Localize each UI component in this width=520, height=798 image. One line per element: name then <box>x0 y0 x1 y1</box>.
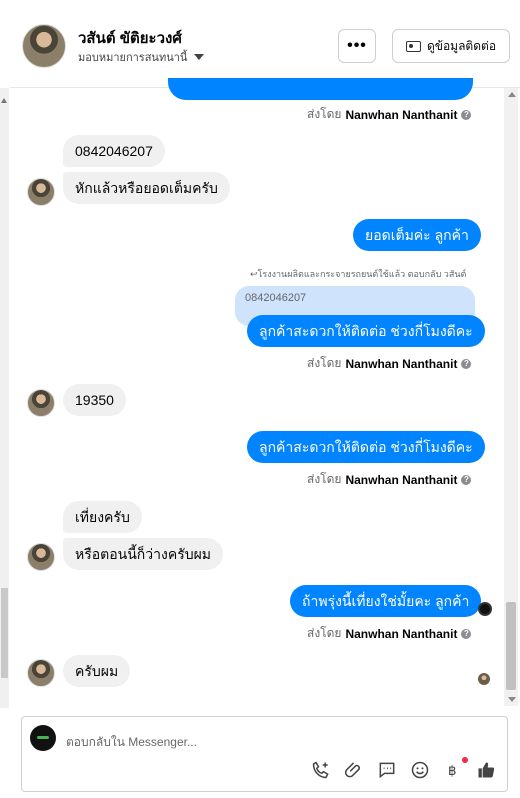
scroll-up-arrow-icon[interactable] <box>508 92 516 97</box>
sent-by-label: ส่งโดย Nanwhan Nanthanit ? <box>307 624 472 643</box>
message-bubble-outgoing: ลูกค้าสะดวกให้ติดต่อ ช่วงกี่โมงดีคะ <box>247 431 485 463</box>
scroll-down-arrow-icon[interactable] <box>508 697 516 702</box>
message-bubble-incoming: เที่ยงครับ <box>63 501 142 533</box>
message-composer[interactable]: ตอบกลับใน Messenger... ฿ <box>21 716 508 792</box>
help-icon[interactable]: ? <box>461 109 472 120</box>
sent-by-label: ส่งโดย Nanwhan Nanthanit ? <box>307 470 472 489</box>
more-options-button[interactable]: ••• <box>338 29 376 63</box>
contact-avatar-small[interactable] <box>27 659 55 687</box>
message-bubble-incoming: หักแล้วหรือยอดเต็มครับ <box>63 172 230 204</box>
composer-toolbar: ฿ <box>310 757 497 781</box>
reply-arrow-icon: ↩ <box>250 269 258 279</box>
thumbs-up-icon[interactable] <box>475 759 497 781</box>
message-bubble-incoming: หรือตอนนี้ก็ว่างครับผม <box>63 538 224 570</box>
contact-avatar-small[interactable] <box>27 389 55 417</box>
message-bubble-incoming: 19350 <box>63 384 126 416</box>
page-avatar <box>30 725 56 751</box>
scrollbar-thumb[interactable] <box>506 602 516 690</box>
reply-context-note: ↩โรงงานผลิตและกระจายรถยนต์ใช้แล้ว ตอบกลั… <box>250 269 467 279</box>
seen-indicator-icon <box>478 602 492 616</box>
reply-input[interactable]: ตอบกลับใน Messenger... <box>66 733 197 752</box>
message-bubble-incoming: ครับผม <box>63 655 131 687</box>
help-icon[interactable]: ? <box>461 358 472 369</box>
contact-avatar[interactable] <box>22 24 66 68</box>
message-bubble-outgoing: ลูกค้าสะดวกให้ติดต่อ ช่วงกี่โมงดีคะ <box>247 315 485 347</box>
contact-name[interactable]: วสันต์ ขัติยะวงศ์ <box>78 26 182 50</box>
svg-text:฿: ฿ <box>448 764 456 779</box>
assign-conversation-dropdown[interactable]: มอบหมายการสนทนานี้ <box>78 48 205 66</box>
chat-scrollbar[interactable] <box>504 88 518 706</box>
message-bubble-outgoing: ถ้าพรุ่งนี้เที่ยงใช่มั้ยคะ ลูกค้า <box>290 585 482 617</box>
view-contact-label: ดูข้อมูลติดต่อ <box>426 38 497 53</box>
id-card-icon <box>405 40 421 52</box>
sent-by-label: ส่งโดย Nanwhan Nanthanit ? <box>307 354 472 373</box>
help-icon[interactable]: ? <box>461 474 472 485</box>
notification-dot <box>462 757 468 763</box>
read-receipt-avatar <box>478 673 490 685</box>
attachment-icon[interactable] <box>343 759 365 781</box>
caret-down-icon <box>194 54 205 60</box>
assign-label: มอบหมายการสนทนานี้ <box>78 52 188 64</box>
view-contact-button[interactable]: ดูข้อมูลติดต่อ <box>392 29 510 63</box>
emoji-icon[interactable] <box>409 759 431 781</box>
message-bubble-incoming: 0842046207 <box>63 135 165 167</box>
conversation-header: วสันต์ ขัติยะวงศ์ มอบหมายการสนทนานี้ •••… <box>10 8 520 88</box>
phone-plus-icon[interactable] <box>310 759 332 781</box>
message-bubble-outgoing: ยอดเต็มค่ะ ลูกค้า <box>353 219 481 251</box>
help-icon[interactable]: ? <box>461 628 472 639</box>
baht-icon[interactable]: ฿ <box>442 757 468 781</box>
contact-avatar-small[interactable] <box>27 178 55 206</box>
saved-reply-icon[interactable] <box>376 759 398 781</box>
sent-by-label: ส่งโดย Nanwhan Nanthanit ? <box>307 105 472 124</box>
contact-avatar-small[interactable] <box>27 543 55 571</box>
left-scrollbar[interactable] <box>0 88 9 708</box>
message-bubble-partial <box>168 78 473 100</box>
